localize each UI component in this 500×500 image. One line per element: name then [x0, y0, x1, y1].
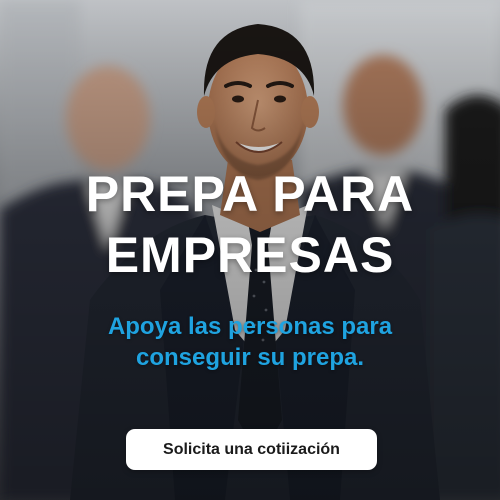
headline-line-1: PREPA PARA	[85, 166, 415, 222]
promo-banner: PREPA PARA EMPRESAS Apoya las personas p…	[0, 0, 500, 500]
headline-line-2: EMPRESAS	[105, 227, 395, 283]
banner-headline: PREPA PARA EMPRESAS	[0, 164, 500, 286]
request-quote-button[interactable]: Solicita una cotiización	[126, 429, 377, 470]
subheadline-line-2: conseguir su prepa.	[135, 344, 365, 371]
banner-subheadline: Apoya las personas para conseguir su pre…	[0, 311, 500, 373]
subheadline-line-1: Apoya las personas para	[107, 313, 393, 340]
